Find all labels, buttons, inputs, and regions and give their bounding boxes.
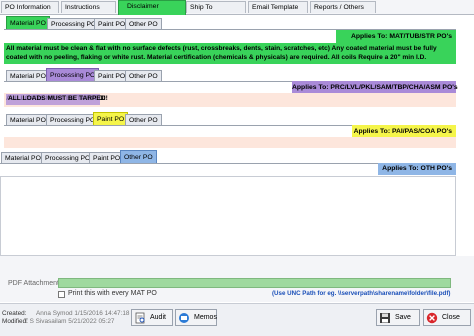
s4-disclaimer-text[interactable]	[0, 176, 456, 256]
s1-tab-other-po[interactable]: Other PO	[125, 18, 162, 29]
s3-tab-paint-po[interactable]: Paint PO	[93, 112, 129, 125]
s3-disclaimer-text[interactable]	[4, 137, 456, 148]
save-label: Save	[395, 314, 411, 321]
s2-tab-processing-po[interactable]: Processing PO	[46, 68, 100, 81]
tab-disclaimer[interactable]: Disclaimer	[118, 0, 186, 15]
s1-tab-material-po[interactable]: Material PO	[6, 16, 50, 29]
pdf-attachment-label: PDF Attachment:	[8, 280, 61, 287]
audit-label: Audit	[150, 314, 166, 321]
s1-disclaimer-text[interactable]: All material must be clean & flat with n…	[4, 43, 456, 64]
created-value: Anna Symod 1/15/2016 14:47:18	[36, 310, 130, 317]
save-button[interactable]: Save	[376, 309, 420, 326]
audit-icon	[134, 312, 146, 324]
modified-value: T S Sivasailam 5/21/2022 05:27	[24, 318, 115, 325]
close-label: Close	[442, 314, 460, 321]
tab-po-information[interactable]: PO Information	[1, 1, 59, 13]
unc-path-hint: (Use UNC Path for eg. \\serverpath\share…	[272, 290, 451, 297]
memos-button[interactable]: Memos	[175, 309, 217, 326]
tab-ship-to[interactable]: Ship To	[186, 1, 246, 13]
tab-instructions[interactable]: Instructions	[61, 1, 116, 13]
s3-tab-processing-po[interactable]: Processing PO	[46, 114, 100, 125]
s2-disclaimer-text-overlay: ALL LOADS MUST BE TARPED!	[8, 95, 108, 102]
s2-tab-other-po[interactable]: Other PO	[125, 70, 162, 81]
s4-tab-processing-po[interactable]: Processing PO	[41, 152, 95, 163]
s1-applies-to-banner: Applies To: MAT/TUB/STR PO's	[336, 30, 456, 44]
s4-tab-material-po[interactable]: Material PO	[1, 152, 45, 163]
s1-tab-processing-po[interactable]: Processing PO	[47, 18, 101, 29]
s3-tab-material-po[interactable]: Material PO	[6, 114, 50, 125]
tab-email-template[interactable]: Email Template	[248, 1, 308, 13]
s1-tab-paint-po[interactable]: Paint PO	[94, 18, 130, 29]
print-with-mat-label[interactable]: Print this with every MAT PO	[68, 290, 157, 297]
pdf-attachment-input[interactable]	[58, 278, 451, 288]
save-icon	[379, 312, 391, 324]
close-icon	[426, 312, 438, 324]
memos-icon	[178, 312, 190, 324]
s2-tab-paint-po[interactable]: Paint PO	[94, 70, 130, 81]
audit-button[interactable]: Audit	[131, 309, 173, 326]
s3-tab-other-po[interactable]: Other PO	[125, 114, 162, 125]
s4-applies-to-banner: Applies To: OTH PO's	[378, 163, 456, 175]
s4-tab-other-po[interactable]: Other PO	[120, 150, 157, 163]
created-label: Created:	[2, 310, 27, 317]
memos-label: Memos	[194, 314, 217, 321]
tab-reports-others[interactable]: Reports / Others	[310, 1, 376, 13]
s4-tab-paint-po[interactable]: Paint PO	[89, 152, 125, 163]
s2-tab-material-po[interactable]: Material PO	[6, 70, 50, 81]
print-with-mat-checkbox[interactable]	[58, 291, 65, 298]
close-button[interactable]: Close	[423, 309, 471, 326]
